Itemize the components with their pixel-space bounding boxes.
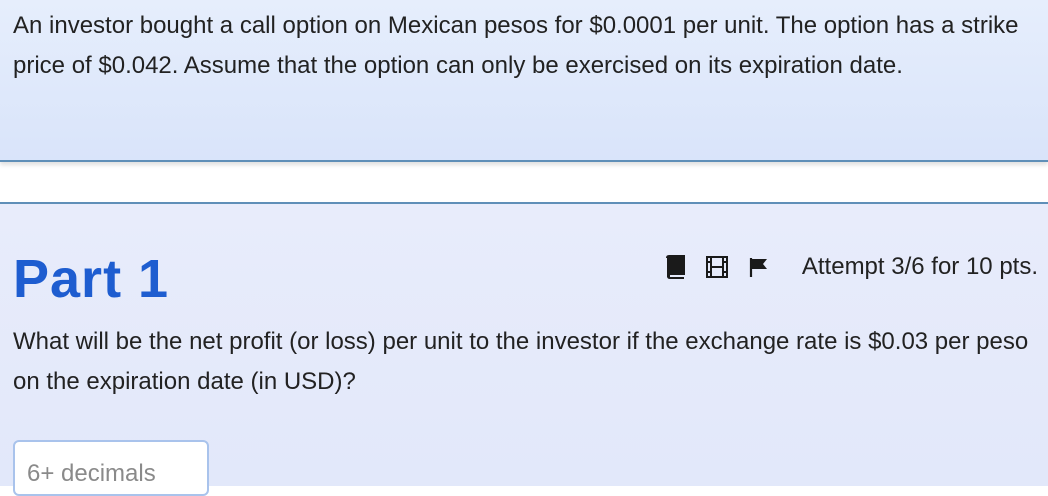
- problem-intro-panel: An investor bought a call option on Mexi…: [0, 0, 1048, 162]
- part-title: Part 1: [13, 249, 170, 309]
- question-text: What will be the net profit (or loss) pe…: [13, 328, 1029, 395]
- problem-intro-text: An investor bought a call option on Mexi…: [13, 12, 1019, 79]
- part-panel: Part 1 Attempt 3/6 for 10 pts. What will…: [0, 202, 1048, 496]
- film-icon[interactable]: [704, 254, 730, 280]
- book-icon[interactable]: [662, 254, 688, 280]
- answer-input[interactable]: [13, 440, 209, 496]
- flag-icon[interactable]: [746, 254, 772, 280]
- part-toolbar: Attempt 3/6 for 10 pts.: [662, 252, 1038, 282]
- attempt-counter: Attempt 3/6 for 10 pts.: [801, 253, 1038, 280]
